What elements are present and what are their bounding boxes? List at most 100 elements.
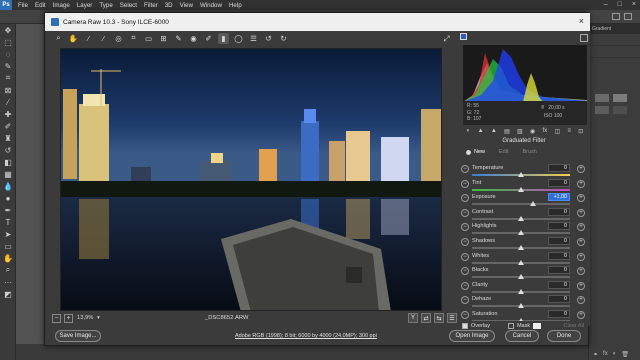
zoom-out-button[interactable]: − xyxy=(52,314,61,323)
minus-icon[interactable]: − xyxy=(461,296,469,305)
minus-icon[interactable]: − xyxy=(461,208,469,217)
hand-tool-icon[interactable]: ✋ xyxy=(0,252,16,264)
slider-row[interactable]: − Shadows 0 + xyxy=(458,237,590,251)
zoom-level[interactable]: 13,9% xyxy=(77,315,93,321)
white-balance-icon[interactable]: ⁄ xyxy=(83,33,94,44)
zoom-icon[interactable]: ⌕ xyxy=(53,33,64,44)
slider-row[interactable]: − Exposure +1,00 + xyxy=(458,193,590,207)
fullscreen-icon[interactable]: ⤢ xyxy=(441,33,452,44)
color-picker-icon[interactable] xyxy=(460,33,467,40)
menu-view[interactable]: View xyxy=(180,2,193,9)
plus-icon[interactable]: + xyxy=(577,194,585,203)
overlay-checkbox[interactable] xyxy=(462,323,468,329)
swatch[interactable] xyxy=(613,106,627,114)
slider-row[interactable]: − Tint 0 + xyxy=(458,178,590,193)
slider-value[interactable]: 0 xyxy=(548,310,570,318)
menu-filter[interactable]: Filter xyxy=(144,2,158,9)
slider-value[interactable]: 0 xyxy=(548,178,570,187)
slider-value[interactable]: +1,00 xyxy=(548,193,570,202)
brush-tool-icon[interactable]: ✐ xyxy=(0,120,16,132)
trash-icon[interactable]: 🗑 xyxy=(621,351,629,358)
split-tone-tab-icon[interactable]: ▥ xyxy=(517,128,523,135)
slider-row[interactable]: − Contrast 0 + xyxy=(458,207,590,222)
link-icon[interactable]: ⚭ xyxy=(593,351,598,358)
snapshots-tab-icon[interactable]: ⊡ xyxy=(578,128,583,135)
menu-help[interactable]: Help xyxy=(229,2,242,9)
plus-icon[interactable]: + xyxy=(577,208,585,217)
plus-icon[interactable]: + xyxy=(577,179,585,188)
target-adjust-icon[interactable]: ◎ xyxy=(113,33,124,44)
slider-knob[interactable] xyxy=(518,303,524,309)
slider-row[interactable]: − Highlights 0 + xyxy=(458,222,590,236)
minus-icon[interactable]: − xyxy=(461,281,469,290)
close-icon[interactable]: × xyxy=(632,1,636,8)
slider-value[interactable]: 0 xyxy=(548,295,570,304)
settings-icon[interactable]: ☰ xyxy=(447,313,457,323)
plus-icon[interactable]: + xyxy=(577,252,585,261)
effects-tab-icon[interactable]: fx xyxy=(543,128,548,134)
slider-row[interactable]: − Whites 0 + xyxy=(458,251,590,266)
swatch[interactable] xyxy=(613,94,627,102)
mode-brush[interactable]: Brush xyxy=(523,149,537,155)
lasso-tool-icon[interactable]: ◌ xyxy=(0,48,16,60)
preferences-icon[interactable]: ☰ xyxy=(248,33,259,44)
plus-icon[interactable]: + xyxy=(577,238,585,246)
slider-value[interactable]: 0 xyxy=(548,164,570,172)
clear-all-button[interactable]: Clear All xyxy=(564,323,584,329)
minimize-icon[interactable]: – xyxy=(604,1,608,8)
menu-layer[interactable]: Layer xyxy=(77,2,92,9)
plus-icon[interactable]: + xyxy=(577,311,585,319)
minus-icon[interactable]: − xyxy=(461,179,469,188)
maximize-icon[interactable]: □ xyxy=(618,1,622,8)
minus-icon[interactable]: − xyxy=(461,267,469,276)
menu-3d[interactable]: 3D xyxy=(165,2,173,9)
mode-new[interactable]: New xyxy=(466,149,485,155)
pen-tool-icon[interactable]: ✒ xyxy=(0,204,16,216)
slider-row[interactable]: − Blacks 0 + xyxy=(458,266,590,280)
lens-tab-icon[interactable]: ◉ xyxy=(530,128,535,135)
slider-knob[interactable] xyxy=(518,186,524,192)
slider-knob[interactable] xyxy=(518,215,524,221)
slider-knob[interactable] xyxy=(518,230,524,236)
slider-row[interactable]: − Clarity 0 + xyxy=(458,280,590,295)
graduated-filter-icon[interactable]: ▮ xyxy=(218,32,229,44)
search-icon[interactable] xyxy=(612,13,620,20)
hsl-tab-icon[interactable]: ▤ xyxy=(504,128,510,135)
slider-value[interactable]: 0 xyxy=(548,251,570,260)
dodge-tool-icon[interactable]: ● xyxy=(0,192,16,204)
more-tools-icon[interactable]: ··· xyxy=(0,276,16,288)
save-image-button[interactable]: Save Image... xyxy=(55,330,101,342)
slider-track[interactable] xyxy=(472,203,570,206)
eyedropper-icon[interactable]: ⁄ xyxy=(0,96,16,108)
radial-filter-icon[interactable]: ◯ xyxy=(233,33,244,44)
menu-file[interactable]: File xyxy=(18,2,28,9)
red-eye-icon[interactable]: ◉ xyxy=(188,33,199,44)
before-after-y-icon[interactable]: Y xyxy=(408,313,418,323)
panel-menu-icon[interactable] xyxy=(580,34,588,42)
minus-icon[interactable]: − xyxy=(461,252,469,261)
type-tool-icon[interactable]: T xyxy=(0,216,16,228)
slider-knob[interactable] xyxy=(518,245,524,250)
slider-value[interactable]: 0 xyxy=(548,222,570,231)
image-preview[interactable] xyxy=(60,48,442,311)
workflow-options-link[interactable]: Adobe RGB (1998); 8 bit; 6000 by 4000 (2… xyxy=(235,333,377,339)
eraser-icon[interactable]: ◧ xyxy=(0,156,16,168)
plus-icon[interactable]: + xyxy=(577,281,585,290)
menu-select[interactable]: Select xyxy=(120,2,137,9)
mode-edit[interactable]: Edit xyxy=(499,149,508,155)
mask-color-swatch[interactable] xyxy=(533,323,542,329)
slider-value[interactable]: 0 xyxy=(548,237,570,245)
slider-row[interactable]: − Dehaze 0 + xyxy=(458,295,590,309)
straighten-icon[interactable]: ▭ xyxy=(143,33,154,44)
rotate-left-icon[interactable]: ↺ xyxy=(263,33,274,44)
slider-value[interactable]: 0 xyxy=(548,207,570,216)
blur-tool-icon[interactable]: 💧 xyxy=(0,180,16,192)
minus-icon[interactable]: − xyxy=(461,311,469,319)
panel-tab-gradient[interactable]: Gradient xyxy=(589,24,640,34)
menu-type[interactable]: Type xyxy=(99,2,112,9)
slider-value[interactable]: 0 xyxy=(548,280,570,289)
before-after-cycle-icon[interactable]: ⇄ xyxy=(421,313,431,323)
minus-icon[interactable]: − xyxy=(461,223,469,232)
crop-tool-icon[interactable]: ⌗ xyxy=(0,72,16,84)
slider-knob[interactable] xyxy=(518,288,524,294)
